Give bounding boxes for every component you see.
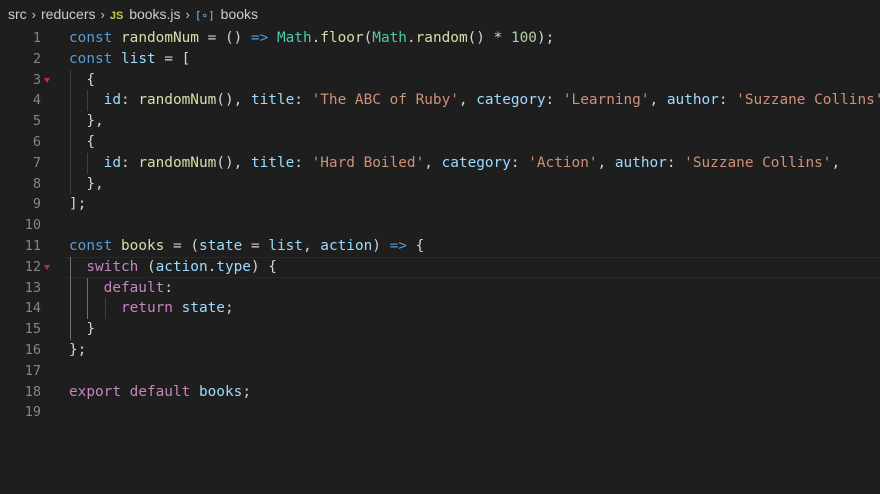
code-text: const list = [ [69, 50, 191, 67]
breakpoint-marker-icon[interactable] [44, 264, 50, 270]
code-line[interactable]: 4 id: randomNum(), title: 'The ABC of Ru… [0, 90, 880, 112]
line-number: 3 [32, 71, 41, 88]
chevron-right-icon: › [100, 6, 105, 22]
breadcrumb-symbol[interactable]: [∘] books [195, 6, 258, 22]
chevron-right-icon: › [185, 6, 190, 22]
code-line[interactable]: 12 switch (action.type) { [0, 256, 880, 278]
line-number: 9 [32, 196, 41, 213]
javascript-file-icon: JS [109, 10, 124, 22]
code-line[interactable]: 13 default: [0, 277, 880, 299]
breadcrumb-file-label: books.js [129, 6, 181, 22]
code-line[interactable]: 8 }, [0, 173, 880, 195]
line-number: 6 [32, 133, 41, 150]
line-number: 13 [24, 279, 41, 296]
code-text: default: [103, 279, 173, 296]
code-text: export default books; [69, 383, 251, 400]
code-line[interactable]: 18 export default books; [0, 382, 880, 403]
breadcrumb-symbol-label: books [220, 6, 259, 22]
line-number: 4 [32, 92, 41, 109]
line-number: 1 [32, 30, 41, 46]
line-number: 15 [24, 321, 41, 338]
variable-symbol-icon: [∘] [194, 9, 215, 22]
code-text: }, [69, 113, 104, 130]
code-text: switch (action.type) { [86, 258, 277, 275]
code-editor[interactable]: 1 const randomNum = () => Math.floor(Math… [0, 28, 880, 423]
code-text: id: randomNum(), title: 'Hard Boiled', c… [103, 154, 841, 171]
breadcrumb-file[interactable]: JS books.js [110, 6, 181, 22]
code-text: ]; [69, 196, 87, 213]
code-line[interactable]: 3 { [0, 69, 880, 91]
code-line[interactable]: 5 }, [0, 111, 880, 132]
code-line[interactable]: 17 [0, 361, 880, 382]
line-number: 12 [24, 258, 41, 275]
code-text: }; [69, 341, 87, 358]
breakpoint-marker-icon[interactable] [44, 77, 50, 83]
code-line[interactable]: 1 const randomNum = () => Math.floor(Math… [0, 28, 880, 49]
line-number: 8 [32, 175, 41, 192]
line-number: 7 [32, 154, 41, 171]
breadcrumb-folder-reducers[interactable]: reducers [41, 6, 95, 22]
code-text: { [69, 133, 95, 150]
line-number: 17 [24, 362, 41, 379]
code-text: { [69, 71, 95, 88]
code-text: id: randomNum(), title: 'The ABC of Ruby… [103, 92, 880, 109]
line-number: 10 [24, 217, 41, 234]
code-text: } [69, 321, 95, 338]
code-text: }, [69, 175, 104, 192]
code-text: const randomNum = () => Math.floor(Math.… [69, 30, 555, 46]
code-line[interactable]: 11 const books = (state = list, action) =… [0, 236, 880, 257]
line-number: 2 [32, 50, 41, 67]
code-line[interactable]: 19 [0, 402, 880, 423]
line-number: 16 [24, 341, 41, 358]
code-line[interactable]: 6 { [0, 131, 880, 153]
code-line[interactable]: 9]; [0, 194, 880, 215]
breadcrumb-folder-src[interactable]: src [8, 6, 27, 22]
line-number: 19 [24, 404, 41, 421]
code-line[interactable]: 15 } [0, 319, 880, 340]
code-line[interactable]: 7 id: randomNum(), title: 'Hard Boiled',… [0, 152, 880, 174]
code-line[interactable]: 2 const list = [ [0, 49, 880, 70]
code-line[interactable]: 16}; [0, 340, 880, 361]
line-number: 11 [24, 237, 41, 254]
line-number: 5 [32, 113, 41, 130]
code-text: return state; [120, 300, 234, 317]
breadcrumb: src › reducers › JS books.js › [∘] books [0, 0, 880, 28]
code-line[interactable]: 10 [0, 215, 880, 236]
chevron-right-icon: › [31, 6, 37, 22]
code-line[interactable]: 14 return state; [0, 298, 880, 320]
line-number: 14 [24, 300, 41, 317]
code-text: const books = (state = list, action) => … [69, 237, 425, 254]
line-number: 18 [24, 383, 41, 400]
